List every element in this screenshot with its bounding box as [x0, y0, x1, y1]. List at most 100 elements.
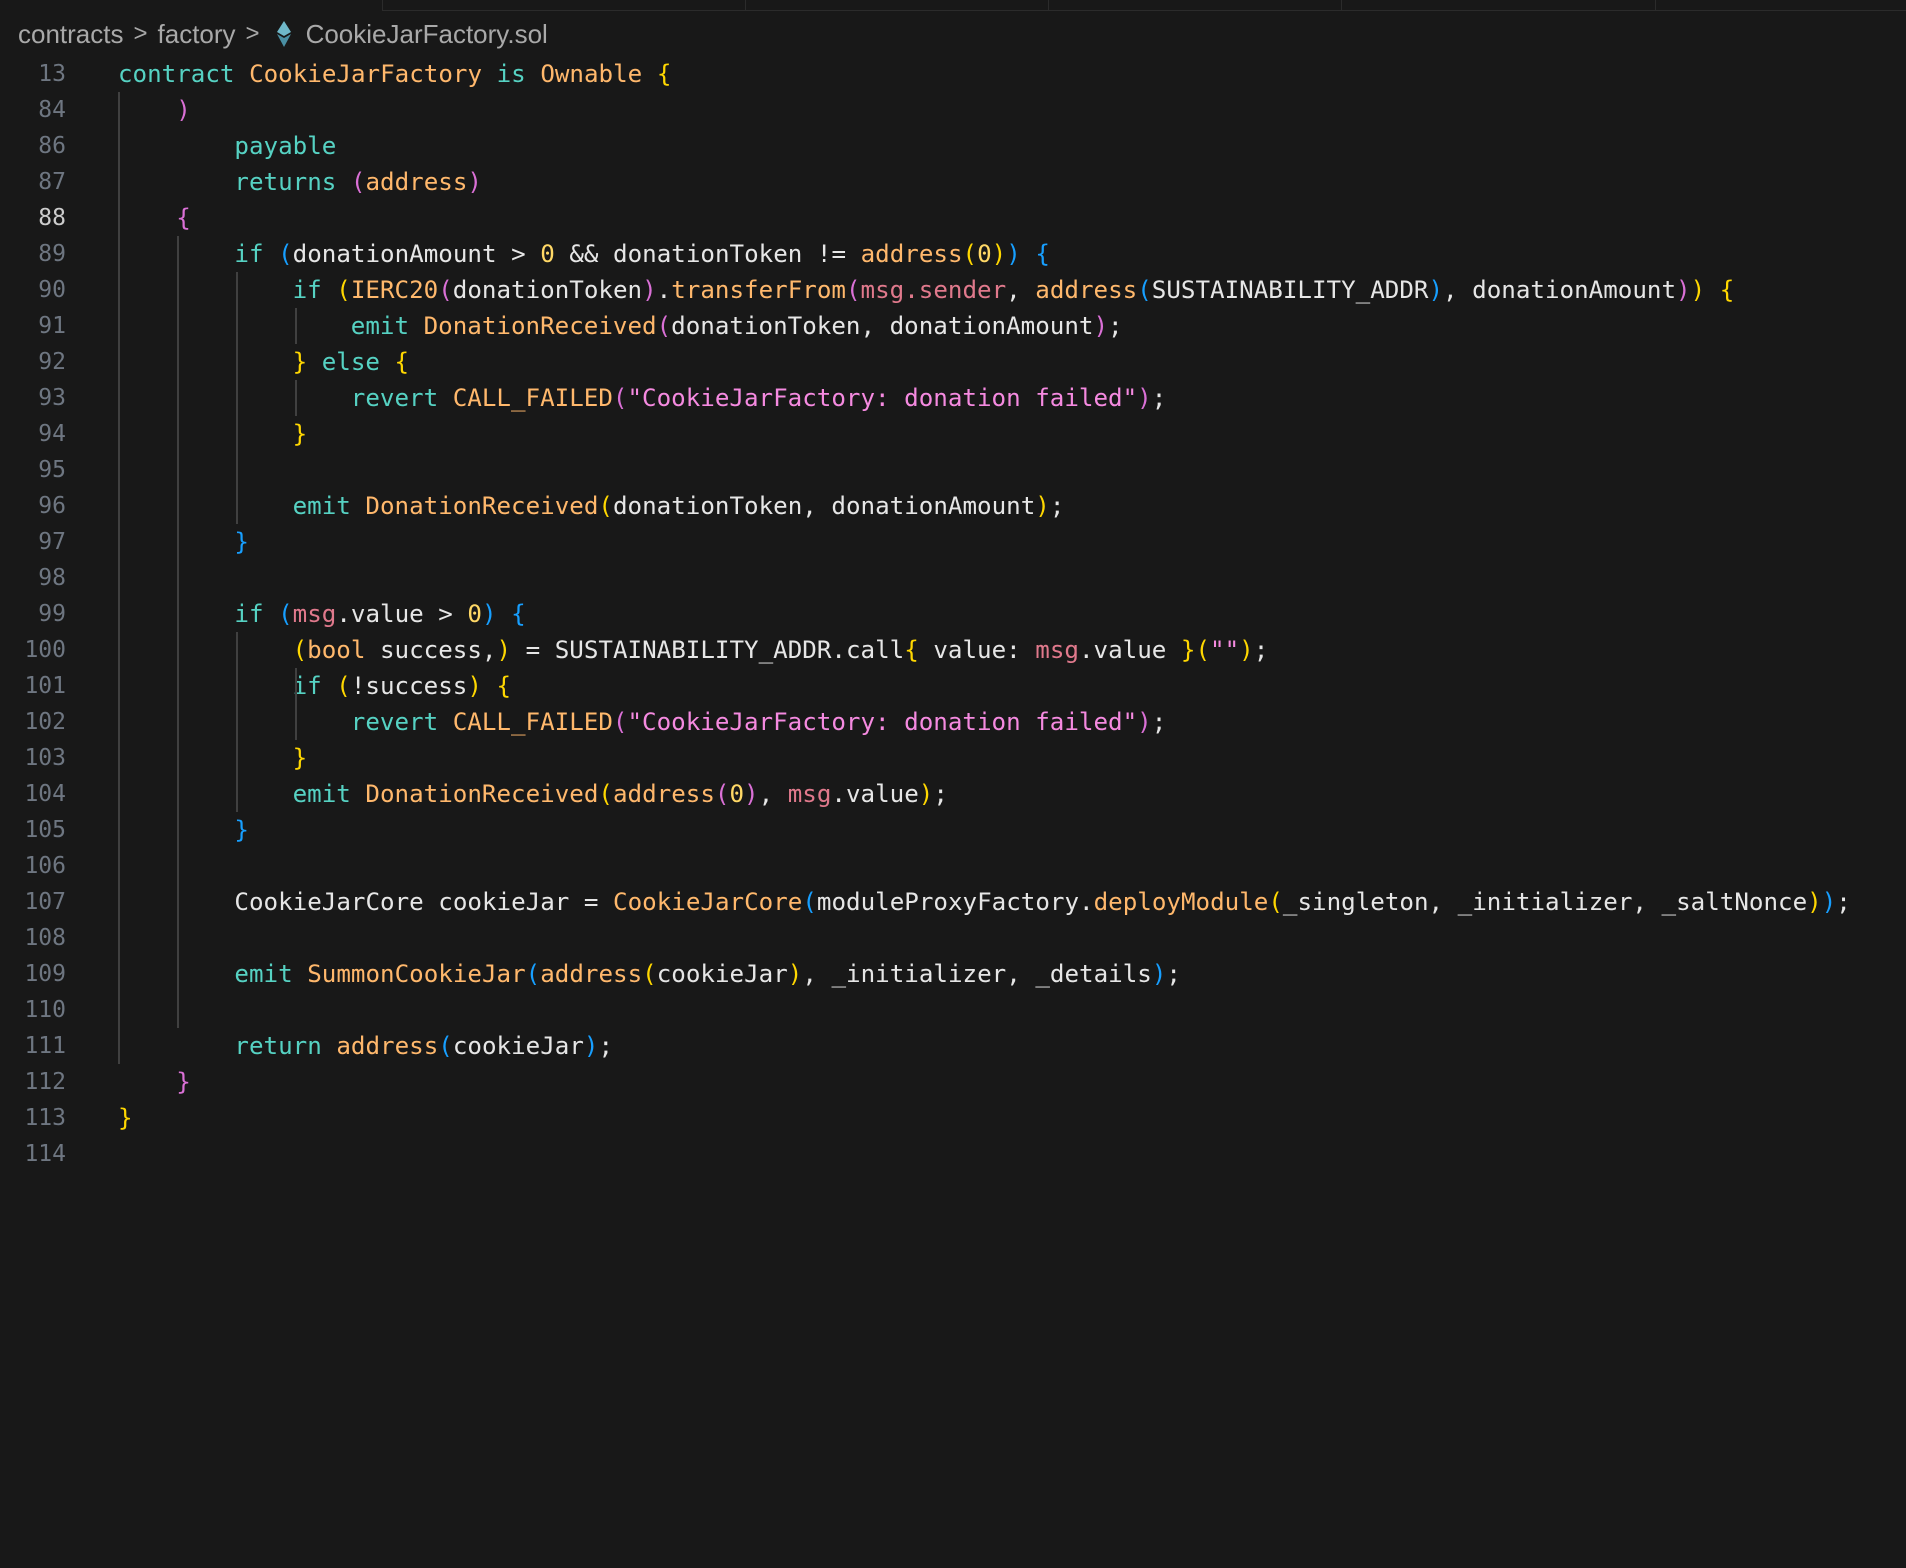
breadcrumb-item-factory[interactable]: factory [158, 19, 236, 50]
code-token: msg [787, 780, 832, 808]
code-line[interactable]: 104 emit DonationReceived(address(0), msg… [0, 776, 1906, 812]
code-text: revert CALL_FAILED("CookieJarFactory: do… [351, 704, 1167, 740]
code-token: { [1719, 276, 1735, 304]
breadcrumb-item-contracts[interactable]: contracts [18, 19, 124, 50]
code-line[interactable]: 96 emit DonationReceived(donationToken, d… [0, 488, 1906, 524]
code-line[interactable]: 114 [0, 1136, 1906, 1172]
code-token: .value [1078, 636, 1181, 664]
line-number: 97 [38, 529, 66, 555]
code-line[interactable]: 90 if (IERC20(donationToken).transferFrom… [0, 272, 1906, 308]
line-number: 101 [24, 673, 66, 699]
code-line[interactable]: 106 [0, 848, 1906, 884]
code-line[interactable]: 113} [0, 1100, 1906, 1136]
code-token: CookieJarFactory [249, 60, 497, 88]
code-text: emit SummonCookieJar(address(cookieJar),… [234, 956, 1181, 992]
code-line[interactable]: 103} [0, 740, 1906, 776]
code-token: donationAmount > [292, 240, 541, 268]
code-token: ) [467, 672, 482, 700]
code-line[interactable]: 13 contract CookieJarFactory is Ownable { [0, 56, 1906, 92]
code-token: address [1035, 276, 1138, 304]
code-line[interactable]: 107 CookieJarCore cookieJar = CookieJarCo… [0, 884, 1906, 920]
code-token: ( [962, 240, 978, 268]
code-line[interactable]: 94} [0, 416, 1906, 452]
code-line[interactable]: 92} else { [0, 344, 1906, 380]
code-text: if (donationAmount > 0 && donationToken … [234, 236, 1050, 272]
code-line[interactable]: 93 revert CALL_FAILED("CookieJarFactory: … [0, 380, 1906, 416]
code-line[interactable]: 111 return address(cookieJar); [0, 1028, 1906, 1064]
code-token: DonationReceived [423, 312, 657, 340]
code-line[interactable]: 101 if (!success) { [0, 668, 1906, 704]
tab-divider [382, 0, 383, 10]
code-line[interactable]: 105} [0, 812, 1906, 848]
code-token: Ownable [540, 60, 657, 88]
code-line[interactable]: 100 (bool success,) = SUSTAINABILITY_ADDR… [0, 632, 1906, 668]
line-number: 103 [24, 745, 66, 771]
code-token: ) [1239, 636, 1254, 664]
code-token: revert [350, 708, 453, 736]
code-token: { [176, 204, 191, 232]
indent-guide [295, 308, 297, 344]
code-token: ( [598, 780, 613, 808]
code-token: ) [1821, 888, 1837, 916]
code-token: CookieJarCore [613, 888, 803, 916]
code-text: revert CALL_FAILED("CookieJarFactory: do… [351, 380, 1167, 416]
code-token: { [511, 600, 526, 628]
line-number: 93 [38, 385, 66, 411]
code-token: , _initializer, _details [802, 960, 1152, 988]
code-line[interactable]: 84) [0, 92, 1906, 128]
code-token: .value [831, 780, 919, 808]
code-token: ( [1195, 636, 1211, 664]
code-line[interactable]: 109 emit SummonCookieJar(address(cookieJa… [0, 956, 1906, 992]
code-line[interactable]: 88 { [0, 200, 1906, 236]
code-line[interactable]: 95 [0, 452, 1906, 488]
code-token: ( [438, 1032, 453, 1060]
chevron-right-icon: > [133, 20, 148, 47]
code-token: "" [1210, 636, 1240, 664]
code-line[interactable]: 89 if (donationAmount > 0 && donationToke… [0, 236, 1906, 272]
code-token: ) [918, 780, 934, 808]
code-text: } [234, 812, 249, 848]
code-token: moduleProxyFactory. [816, 888, 1094, 916]
line-number: 95 [38, 457, 66, 483]
code-token: ) [1428, 276, 1444, 304]
code-line[interactable]: 112} [0, 1064, 1906, 1100]
code-token: _singleton, _initializer, _saltNonce [1282, 888, 1808, 916]
code-editor[interactable]: 13 contract CookieJarFactory is Ownable {… [0, 56, 1906, 1568]
code-token: ; [1166, 960, 1181, 988]
code-token: address [365, 168, 468, 196]
code-token: } [234, 816, 249, 844]
code-line[interactable]: 87 returns (address) [0, 164, 1906, 200]
code-token: } [292, 744, 308, 772]
code-token: "CookieJarFactory: donation failed" [627, 708, 1138, 736]
indent-guide [236, 632, 238, 812]
code-token: ( [525, 960, 541, 988]
code-line[interactable]: 102 revert CALL_FAILED("CookieJarFactory:… [0, 704, 1906, 740]
code-text: { [176, 200, 191, 236]
code-line[interactable]: 86 payable [0, 128, 1906, 164]
code-token: if [234, 600, 279, 628]
code-token: } [1180, 636, 1196, 664]
code-token: donationToken, donationAmount [671, 312, 1094, 340]
code-line[interactable]: 108 [0, 920, 1906, 956]
code-line[interactable]: 98 [0, 560, 1906, 596]
tab-underline [382, 10, 1906, 11]
code-token: ( [278, 240, 293, 268]
code-line[interactable]: 110 [0, 992, 1906, 1028]
code-token: ( [336, 672, 351, 700]
code-token: { [1035, 240, 1050, 268]
code-line[interactable]: 99 if (msg.value > 0) { [0, 596, 1906, 632]
line-number: 13 [38, 61, 66, 87]
line-number: 84 [38, 97, 66, 123]
breadcrumb-item-file[interactable]: CookieJarFactory.sol [306, 19, 548, 50]
code-line[interactable]: 91 emit DonationReceived(donationToken, d… [0, 308, 1906, 344]
code-text: emit DonationReceived(donationToken, don… [293, 488, 1065, 524]
code-token: deployModule [1093, 888, 1269, 916]
code-token: CALL_FAILED [452, 384, 613, 412]
code-token: ) [1151, 960, 1167, 988]
code-token: ; [1049, 492, 1065, 520]
code-line[interactable]: 97} [0, 524, 1906, 560]
code-text: emit DonationReceived(address(0), msg.va… [293, 776, 948, 812]
code-token: returns [234, 168, 351, 196]
indent-guide [177, 236, 179, 1028]
